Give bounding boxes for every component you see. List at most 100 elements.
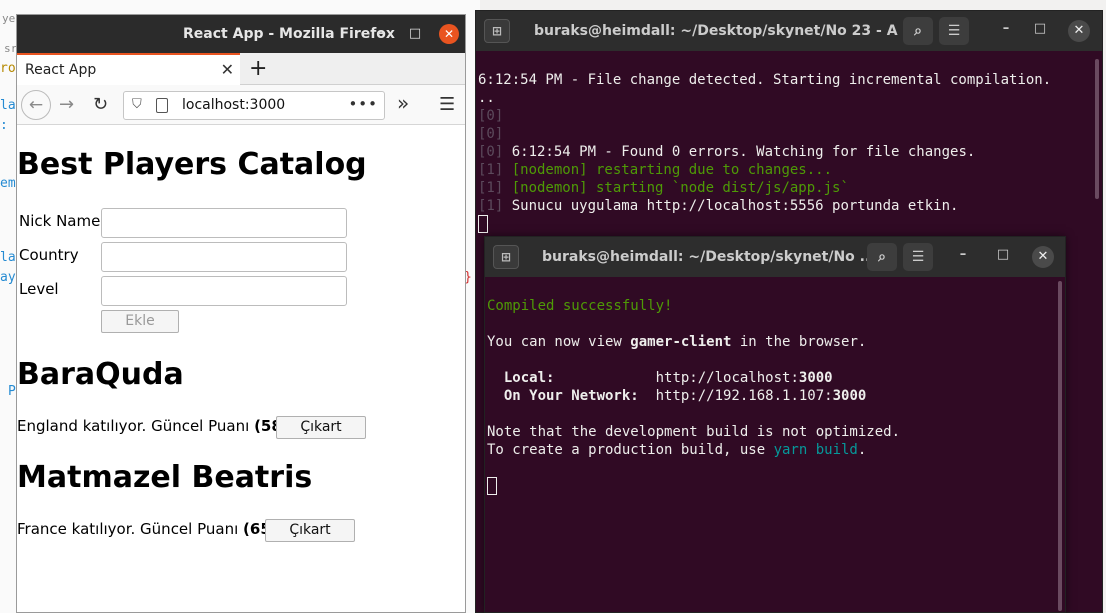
bg-edge-text: em	[0, 176, 16, 191]
scrollbar[interactable]	[1058, 281, 1062, 611]
terminal-text: You can now view	[487, 334, 631, 350]
terminal-line: [1] Sunucu uygulama http://localhost:555…	[478, 197, 1102, 215]
terminal-line: On Your Network: http://192.168.1.107:30…	[487, 387, 1065, 405]
shield-icon[interactable]: ⛉	[132, 97, 142, 112]
terminal-line: 6:12:54 PM - File change detected. Start…	[478, 72, 1052, 88]
firefox-window[interactable]: React App - Mozilla Firefox – □ ✕ React …	[16, 14, 466, 613]
close-tab-icon[interactable]: ✕	[221, 60, 234, 79]
level-label: Level	[19, 280, 59, 298]
terminal-title: buraks@heimdall: ~/Desktop/skynet/No ...	[542, 249, 876, 265]
terminal-titlebar[interactable]: ⊞ buraks@heimdall: ~/Desktop/skynet/No .…	[485, 237, 1065, 277]
terminal-line: Note that the development build is not o…	[487, 424, 901, 440]
app-name: gamer-client	[630, 334, 732, 350]
local-url: http://localhost:	[655, 370, 799, 386]
player-info: England katılıyor. Güncel Puanı (58)	[17, 417, 289, 435]
terminal-text: [nodemon] starting `node dist/js/app.js`	[511, 180, 849, 196]
reload-icon[interactable]: ↻	[93, 94, 108, 115]
forward-icon[interactable]: →	[59, 94, 74, 115]
process-prefix: [1]	[478, 162, 512, 178]
scrollbar[interactable]	[1095, 59, 1099, 199]
local-label: Local:	[503, 370, 555, 386]
back-icon[interactable]: ←	[21, 90, 51, 120]
nick-name-label: Nick Name	[19, 212, 101, 230]
network-port: 3000	[832, 388, 867, 404]
url-bar[interactable]: ⛉ localhost:3000 •••	[123, 91, 385, 120]
page-title: Best Players Catalog	[17, 147, 367, 182]
overflow-icon[interactable]: »	[397, 91, 409, 115]
process-prefix: [1]	[478, 180, 512, 196]
terminal-window-front[interactable]: ⊞ buraks@heimdall: ~/Desktop/skynet/No .…	[484, 236, 1066, 613]
terminal-cursor	[487, 477, 497, 495]
search-icon[interactable]: ⌕	[867, 243, 897, 271]
process-prefix: [0]	[478, 144, 512, 160]
player-text: katılıyor. Güncel Puanı	[82, 417, 250, 435]
maximize-icon[interactable]: □	[993, 247, 1013, 262]
minimize-icon[interactable]: –	[996, 21, 1016, 36]
terminal-cursor-line	[478, 215, 1102, 233]
network-url: http://192.168.1.107:	[655, 388, 833, 404]
terminal-line: You can now view gamer-client in the bro…	[487, 333, 1065, 351]
player-country: France	[17, 520, 67, 538]
navigation-toolbar: ← → ↻ ⛉ localhost:3000 ••• » ☰	[17, 85, 465, 125]
country-label: Country	[19, 246, 79, 264]
hamburger-menu-icon[interactable]: ☰	[439, 94, 455, 115]
terminal-line: Compiled successfully!	[487, 298, 673, 314]
hamburger-menu-icon[interactable]: ☰	[939, 17, 969, 45]
bg-edge-text: :	[0, 118, 8, 133]
player-name: Matmazel Beatris	[17, 460, 313, 495]
terminal-text: To create a production build, use	[487, 442, 774, 458]
bg-edge-text: la	[0, 98, 16, 113]
terminal-line: To create a production build, use yarn b…	[487, 441, 1065, 459]
tab-react-app[interactable]: React App ✕	[17, 53, 240, 85]
terminal-cursor-line	[487, 477, 1065, 495]
terminal-line: [1] [nodemon] starting `node dist/js/app…	[478, 179, 1102, 197]
window-title: React App - Mozilla Firefox	[183, 26, 395, 42]
minimize-icon[interactable]: –	[953, 247, 973, 262]
terminal-line: [1] [nodemon] restarting due to changes.…	[478, 161, 1102, 179]
level-input[interactable]	[101, 276, 347, 306]
new-tab-button[interactable]: +	[249, 56, 267, 81]
process-prefix: [1]	[478, 198, 512, 214]
maximize-icon[interactable]: □	[1030, 21, 1050, 36]
nick-name-input[interactable]	[101, 208, 347, 238]
remove-player-button[interactable]: Çıkart	[265, 519, 355, 542]
tab-strip: React App ✕ +	[17, 53, 465, 85]
page-icon	[156, 98, 168, 113]
yarn-build-command: yarn build	[773, 442, 858, 458]
terminal-line: ..	[478, 90, 495, 106]
country-input[interactable]	[101, 242, 347, 272]
tab-label: React App	[25, 62, 97, 78]
terminal-line: Local: http://localhost:3000	[487, 369, 1065, 387]
url-text[interactable]: localhost:3000	[182, 97, 285, 113]
player-name: BaraQuda	[17, 357, 184, 392]
local-port: 3000	[798, 370, 833, 386]
terminal-text: [nodemon] restarting due to changes...	[511, 162, 833, 178]
maximize-icon[interactable]: □	[405, 24, 425, 44]
bg-edge-text: ay	[0, 270, 16, 285]
remove-player-button[interactable]: Çıkart	[276, 416, 366, 439]
terminal-text: 6:12:54 PM - Found 0 errors. Watching fo…	[511, 144, 976, 160]
new-tab-icon[interactable]: ⊞	[493, 245, 519, 269]
close-icon[interactable]: ✕	[439, 24, 459, 44]
terminal-titlebar[interactable]: ⊞ buraks@heimdall: ~/Desktop/skynet/No 2…	[476, 11, 1102, 51]
terminal-text: .	[857, 442, 867, 458]
bg-edge-text: ro	[0, 61, 16, 76]
minimize-icon[interactable]: –	[371, 24, 391, 44]
terminal-output[interactable]: Compiled successfully! You can now view …	[485, 277, 1065, 531]
player-text: katılıyor. Güncel Puanı	[71, 520, 239, 538]
player-country: England	[17, 417, 78, 435]
terminal-line: [0] 6:12:54 PM - Found 0 errors. Watchin…	[478, 143, 1102, 161]
firefox-titlebar[interactable]: React App - Mozilla Firefox – □ ✕	[17, 15, 465, 53]
bg-edge-text: P	[8, 384, 16, 399]
terminal-text: Sunucu uygulama http://localhost:5556 po…	[511, 198, 959, 214]
ekle-button[interactable]: Ekle	[101, 310, 179, 333]
close-icon[interactable]: ✕	[1068, 20, 1090, 42]
terminal-title: buraks@heimdall: ~/Desktop/skynet/No 23 …	[534, 23, 919, 39]
player-info: France katılıyor. Güncel Puanı (65)	[17, 520, 278, 538]
page-actions-icon[interactable]: •••	[348, 95, 378, 113]
close-icon[interactable]: ✕	[1032, 246, 1054, 268]
hamburger-menu-icon[interactable]: ☰	[903, 243, 933, 271]
new-tab-icon[interactable]: ⊞	[484, 19, 510, 43]
search-icon[interactable]: ⌕	[903, 17, 933, 45]
terminal-line: [0]	[478, 126, 504, 142]
